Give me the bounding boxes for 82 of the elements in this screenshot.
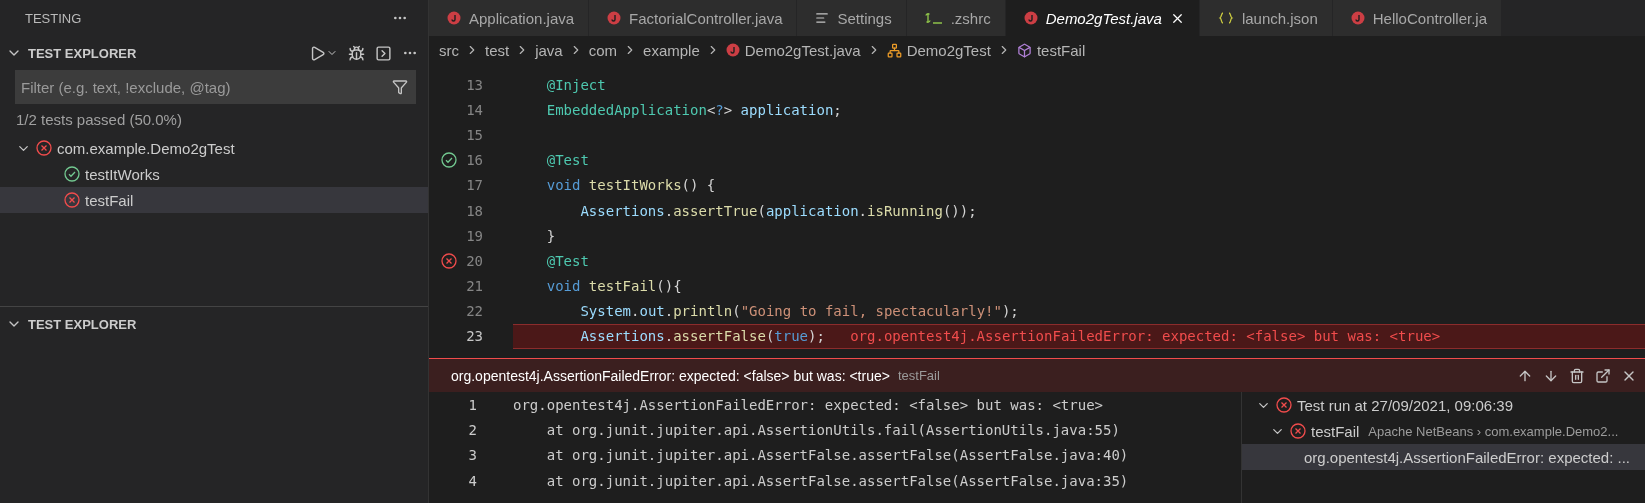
output-line: at org.junit.jupiter.api.AssertFalse.assertFalse(AssertFalse.java:35)	[545, 472, 1129, 489]
editor-tab[interactable]: .zshrc	[906, 0, 1006, 36]
line-number: 20	[466, 252, 483, 269]
line-number: 2	[467, 421, 477, 438]
code-line: @Test	[545, 151, 590, 171]
code-line: System.out.println("Going to fail, spectacularly!");	[579, 302, 1020, 322]
inline-error-message: org.opentest4j.AssertionFailedError: expected: <false> but was: <true>	[849, 328, 1441, 345]
passed-check-icon	[64, 166, 80, 182]
line-number: 19	[466, 227, 483, 244]
peek-title: org.opentest4j.AssertionFailedError: expected: <false> but was: <true>	[451, 367, 890, 384]
code-line: @Test	[545, 251, 590, 271]
breadcrumb-item[interactable]: java	[535, 41, 563, 59]
output-line: at org.junit.jupiter.api.AssertionUtils.fail(AssertionUtils.java:55)	[545, 421, 1120, 438]
sidebar-title: TESTING	[25, 10, 82, 26]
tree-item-description: Apache NetBeans › com.example.Demo2...	[1368, 423, 1619, 439]
code-line: Assertions.assertTrue(application.isRunning());	[579, 201, 978, 221]
failed-x-icon	[64, 192, 80, 208]
breadcrumb-item[interactable]: Demo2gTest	[886, 41, 991, 59]
tree-item[interactable]: testFail Apache NetBeans › com.example.Demo2...	[1242, 418, 1645, 444]
trash-icon[interactable]	[1569, 367, 1585, 384]
line-number: 15	[466, 126, 483, 143]
lines-icon	[815, 11, 830, 25]
run-all-icon[interactable]	[309, 44, 338, 62]
passed-check-icon	[441, 152, 457, 169]
terminal-prompt-icon	[924, 12, 943, 24]
output-line: org.opentest4j.AssertionFailedError: expected: <false> but was: <true>	[513, 396, 1103, 413]
line-number: 16	[466, 152, 483, 169]
breadcrumb-item[interactable]: testFail	[1016, 41, 1086, 59]
code-line: EmbeddedApplication<?> application;	[545, 100, 843, 120]
editor-tab[interactable]: launch.json	[1199, 0, 1333, 36]
filter-field[interactable]: Filter (e.g. text, !exclude, @tag)	[15, 70, 416, 104]
class-icon	[886, 42, 902, 58]
editor-tab[interactable]: HelloController.ja	[1332, 0, 1502, 36]
section-title[interactable]: TEST EXPLORER	[28, 316, 137, 332]
line-number: 22	[466, 303, 483, 320]
line-number: 14	[466, 101, 483, 118]
editor-tab[interactable]: FactorialController.java	[589, 0, 798, 36]
breadcrumb-item[interactable]: com	[588, 41, 618, 59]
java-file-icon	[1350, 11, 1365, 25]
peek-subtitle: testFail	[897, 368, 940, 383]
code-line: void testFail(){	[545, 277, 683, 297]
line-number: 23	[466, 328, 483, 345]
breadcrumb-item[interactable]: test	[485, 41, 510, 59]
tree-item[interactable]: Test run at 27/09/2021, 09:06:39	[1242, 392, 1645, 418]
tree-item[interactable]: testFail	[0, 187, 428, 213]
braces-icon	[1217, 12, 1234, 24]
breadcrumb-item[interactable]: example	[643, 41, 700, 59]
cube-icon	[1016, 42, 1032, 58]
code-text: Assertions.assertFalse(true);	[579, 328, 825, 345]
line-number: 18	[466, 202, 483, 219]
section-title[interactable]: TEST EXPLORER	[28, 45, 137, 61]
java-file-icon	[725, 43, 740, 57]
editor-tab[interactable]: Demo2gTest.java	[1005, 0, 1200, 36]
test-summary: 1/2 tests passed (50.0%)	[15, 110, 183, 130]
tree-item[interactable]: org.opentest4j.AssertionFailedError: expected: ...	[1242, 444, 1645, 470]
java-file-icon	[607, 11, 622, 25]
editor-tab[interactable]: Application.java	[429, 0, 590, 36]
java-file-icon	[447, 11, 461, 25]
debug-icon[interactable]	[348, 44, 365, 62]
terminal-icon[interactable]	[375, 44, 392, 62]
code-line: }	[545, 226, 557, 246]
line-number: 3	[467, 447, 477, 464]
failed-x-icon	[36, 140, 52, 156]
line-number: 17	[466, 177, 483, 194]
line-number: 1	[467, 396, 477, 413]
failed-x-icon	[441, 252, 457, 269]
code-line: void testItWorks() {	[545, 176, 717, 196]
output-line: at org.junit.jupiter.api.AssertFalse.assertFalse(AssertFalse.java:40)	[545, 447, 1129, 464]
breadcrumb-item[interactable]: Demo2gTest.java	[725, 41, 861, 59]
breadcrumb-item[interactable]: src	[439, 41, 459, 59]
java-file-icon	[1023, 11, 1038, 25]
editor-tab[interactable]: Settings	[797, 0, 907, 36]
tree-item[interactable]: testItWorks	[0, 161, 428, 187]
line-number: 21	[466, 278, 483, 295]
failed-x-icon	[1290, 423, 1306, 439]
tree-item[interactable]: com.example.Demo2gTest	[0, 135, 428, 161]
open-external-icon[interactable]	[1595, 367, 1611, 384]
line-number: 13	[466, 76, 483, 93]
failed-x-icon	[1276, 397, 1292, 413]
code-line: @Inject	[545, 75, 607, 95]
line-number: 4	[467, 472, 477, 489]
filter-icon[interactable]	[392, 79, 408, 95]
